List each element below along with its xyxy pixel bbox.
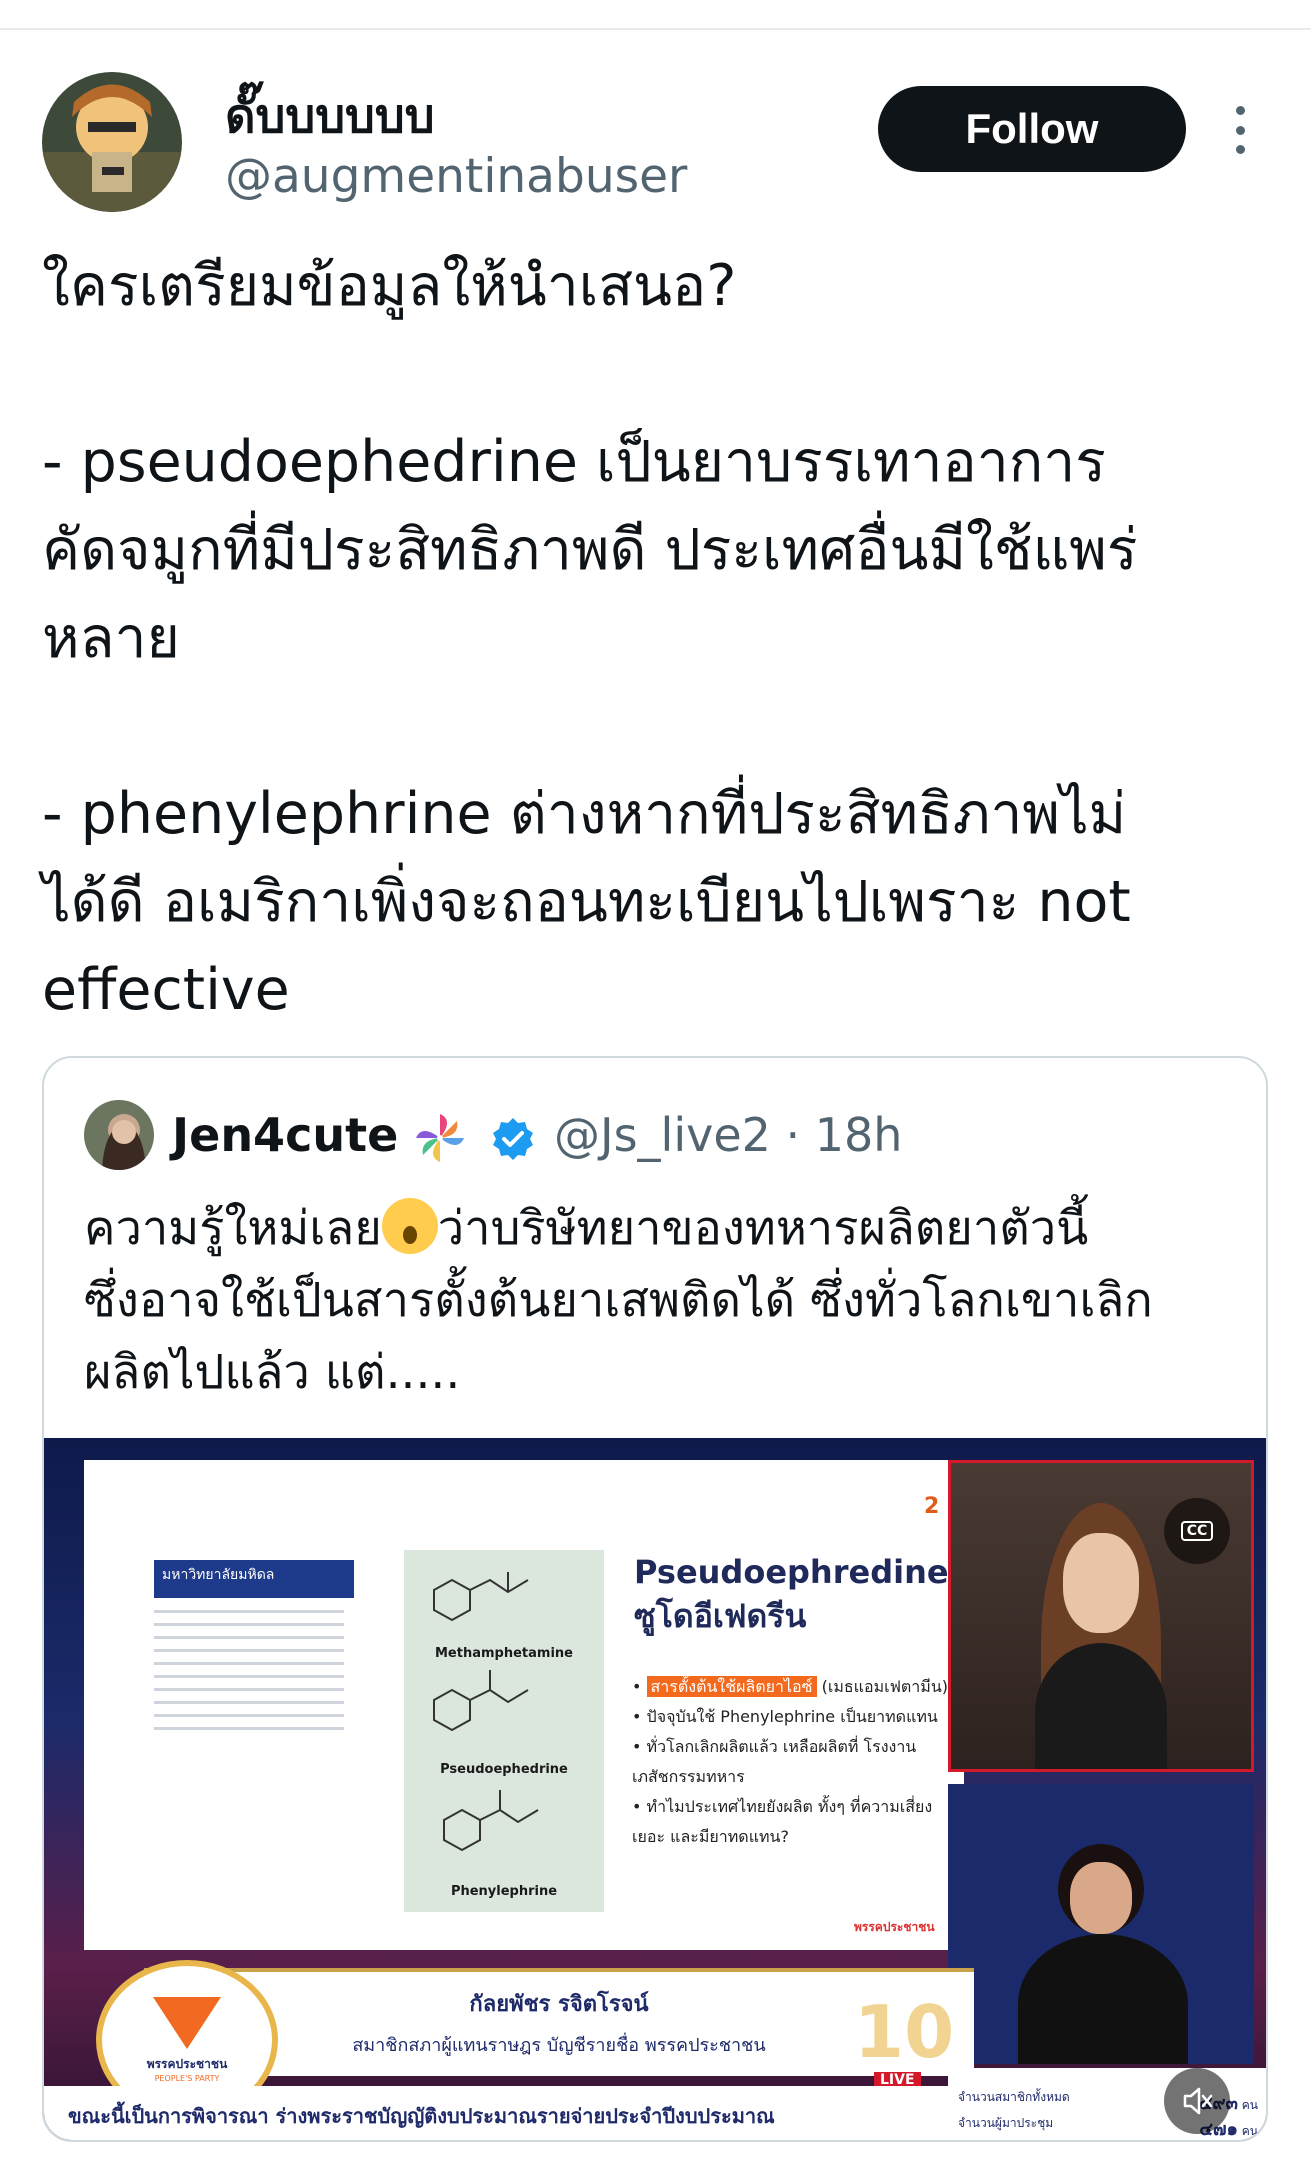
- slide-bullets: • สารตั้งต้นใช้ผลิตยาไอซ์ (เมธแอมเฟตามีน…: [632, 1676, 949, 1846]
- chemical-structures-panel: Methamphetamine Pseudoephedrine Phenylep…: [404, 1550, 604, 1912]
- structure-label: Methamphetamine: [435, 1646, 573, 1661]
- slide-bullet-text: (เมธแอมเฟตามีน): [816, 1677, 949, 1696]
- tweet-line: คัดจมูกที่มีประสิทธิภาพดี ประเทศอื่นมีใช…: [42, 517, 1138, 583]
- slide-title: Pseudoephredine ซูโดอีเฟดรีน: [634, 1550, 949, 1638]
- pinwheel-icon: [412, 1110, 468, 1166]
- tweet-line: effective: [42, 957, 290, 1023]
- quoted-text-part: ว่าบริษัทยาของทหารผลิตยาตัวนี้: [437, 1201, 1089, 1256]
- structure-label: Phenylephrine: [450, 1884, 558, 1899]
- author-display-name[interactable]: ดั๊บบบบบบ: [225, 88, 435, 146]
- tweet-line: - pseudoephedrine เป็นยาบรรเทาอาการ: [42, 429, 1106, 495]
- more-options-icon[interactable]: [1222, 106, 1258, 154]
- embedded-video[interactable]: มหาวิทยาลัยมหิดล Methamphetamine Pseudoe…: [44, 1438, 1266, 2140]
- attendance-unit: คน: [1241, 2124, 1258, 2138]
- scream-emoji-icon: [381, 1198, 438, 1254]
- quoted-tweet-card[interactable]: Jen4cute @Js_live2 · 18h ความรู้ใหม่เลย ว…: [42, 1056, 1268, 2142]
- follow-button[interactable]: Follow: [878, 86, 1186, 172]
- tweet-text: ใครเตรียมข้อมูลให้นำเสนอ? - pseudoephedr…: [42, 242, 1282, 1034]
- sign-interpreter-camera: [948, 1784, 1254, 2064]
- ticker-text: ขณะนี้เป็นการพิจารณา ร่างพระราชบัญญัติงบ…: [68, 2104, 775, 2128]
- interpreter-face: [1070, 1862, 1132, 1934]
- slide-bullet-text: ทำไมประเทศไทยยังผลิต ทั้งๆ ที่ความเสี่ยง…: [632, 1797, 933, 1846]
- quoted-handle-time[interactable]: @Js_live2 · 18h: [554, 1106, 902, 1164]
- interpreter-body: [1018, 1934, 1188, 2064]
- party-name-en: PEOPLE'S PARTY: [154, 2074, 220, 2083]
- slide-title-th: ซูโดอีเฟดรีน: [634, 1597, 807, 1635]
- party-v-icon: [153, 1997, 221, 2049]
- slide-university-banner: มหาวิทยาลัยมหิดล: [154, 1560, 354, 1598]
- channel-ten-logo: 10: [854, 1990, 955, 2074]
- speaker-face: [1063, 1533, 1139, 1633]
- quoted-text-part: ความรู้ใหม่เลย: [84, 1201, 382, 1256]
- tweet-line: หลาย: [42, 605, 180, 671]
- slide-title-en: Pseudoephredine: [634, 1553, 949, 1591]
- party-name: พรรคประชาชน: [146, 2057, 228, 2071]
- slide-university: มหาวิทยาลัยมหิดล: [162, 1567, 275, 1583]
- speaker-body: [1035, 1643, 1167, 1769]
- slide-bullet-highlight: สารตั้งต้นใช้ผลิตยาไอซ์: [646, 1676, 817, 1697]
- tweet-line: ใครเตรียมข้อมูลให้นำเสนอ?: [42, 253, 737, 319]
- author-handle[interactable]: @augmentinabuser: [225, 148, 687, 206]
- author-avatar[interactable]: [42, 72, 182, 212]
- slide-bullet-text: ปัจจุบันใช้ Phenylephrine เป็นยาทดแทน: [646, 1707, 938, 1726]
- quoted-author-avatar[interactable]: [84, 1100, 154, 1170]
- verified-badge-icon: [490, 1116, 536, 1162]
- quoted-author-name[interactable]: Jen4cute: [172, 1106, 398, 1164]
- tweet-line: ได้ดี อเมริกาเพิ่งจะถอนทะเบียนไปเพราะ no…: [42, 869, 1131, 935]
- attendance-total-label: จำนวนสมาชิกทั้งหมด: [958, 2090, 1070, 2104]
- slide-bullet-text: ทั่วโลกเลิกผลิตแล้ว เหลือผลิตที่ โรงงานเ…: [632, 1737, 917, 1786]
- tweet-line: - phenylephrine ต่างหากที่ประสิทธิภาพไม่: [42, 781, 1127, 847]
- quoted-tweet-text: ความรู้ใหม่เลย ว่าบริษัทยาของทหารผลิตยาตั…: [84, 1193, 1244, 1409]
- quoted-text-line: ผลิตไปแล้ว แต่.....: [84, 1345, 461, 1400]
- slide-party-logo: พรรคประชาชน: [854, 1920, 935, 1934]
- structure-label: Pseudoephedrine: [440, 1762, 568, 1777]
- slide-text-block: [154, 1610, 344, 1780]
- cc-label: CC: [1180, 1521, 1214, 1541]
- mute-icon[interactable]: [1164, 2068, 1230, 2134]
- slide-number: 2: [924, 1494, 940, 1519]
- presentation-slide: มหาวิทยาลัยมหิดล Methamphetamine Pseudoe…: [84, 1460, 964, 1950]
- tweet-gap: [42, 682, 1282, 770]
- top-divider: [0, 28, 1311, 30]
- tweet-gap: [42, 330, 1282, 418]
- closed-captions-icon[interactable]: CC: [1164, 1498, 1230, 1564]
- attendance-unit: คน: [1241, 2098, 1258, 2112]
- quoted-text-line: ซึ่งอาจใช้เป็นสารตั้งต้นยาเสพติดได้ ซึ่ง…: [84, 1273, 1153, 1328]
- attendance-present-label: จำนวนผู้มาประชุม: [958, 2116, 1054, 2130]
